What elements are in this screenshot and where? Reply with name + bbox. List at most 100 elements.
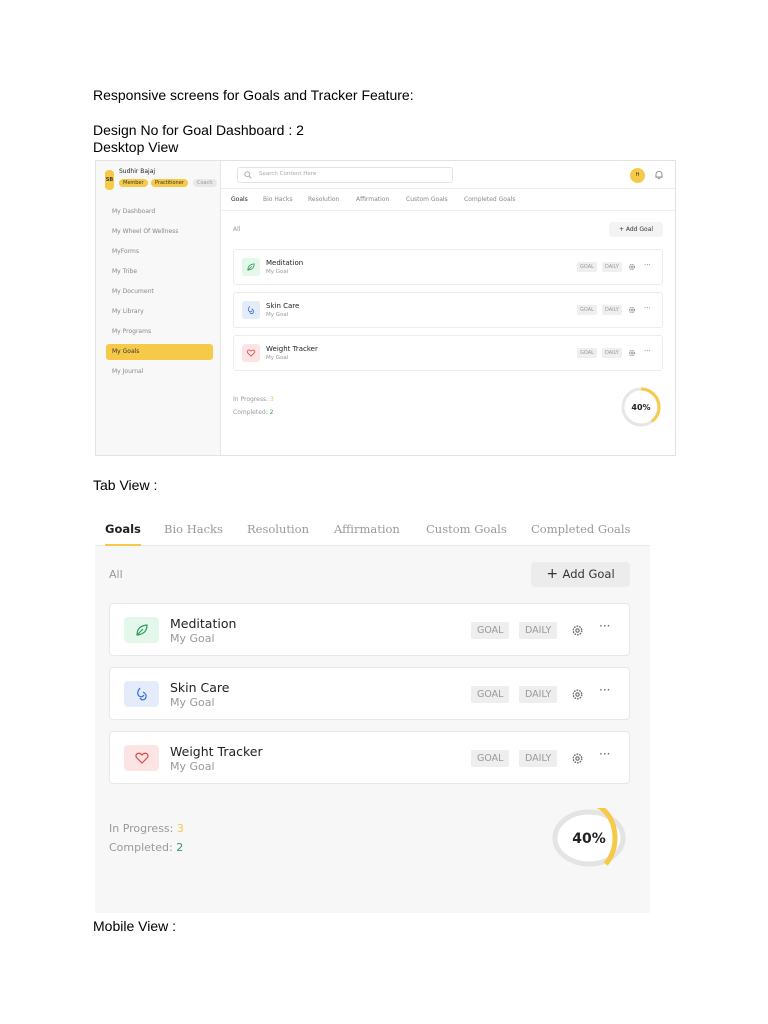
more-icon[interactable]: ···	[644, 304, 651, 312]
goal-subtitle: My Goal	[170, 696, 215, 709]
gear-icon[interactable]	[628, 306, 636, 314]
design-number-text: Design No for Goal Dashboard : 2	[93, 122, 304, 138]
in-progress-count: 3	[176, 822, 184, 835]
more-icon[interactable]: ···	[599, 619, 610, 633]
filter-label[interactable]: All	[233, 226, 240, 233]
goal-card-weight-tracker[interactable]: Weight Tracker My Goal GOAL DAILY ···	[233, 335, 663, 371]
goal-subtitle: My Goal	[170, 760, 215, 773]
goal-card-skin-care[interactable]: Skin Care My Goal GOAL DAILY ···	[233, 292, 663, 328]
sidebar-item-wheel-of-wellness[interactable]: My Wheel Of Wellness	[106, 224, 213, 240]
goal-card-meditation[interactable]: Meditation My Goal GOAL DAILY ···	[233, 249, 663, 285]
tab-bio-hacks[interactable]: Bio Hacks	[263, 190, 292, 210]
role-chip-member[interactable]: Member	[119, 179, 148, 187]
frequency-tag: DAILY	[602, 262, 622, 272]
gear-icon[interactable]	[628, 263, 636, 271]
mobile-view-label: Mobile View :	[93, 918, 177, 934]
frequency-tag: DAILY	[519, 686, 558, 703]
more-icon[interactable]: ···	[599, 683, 610, 697]
tab-affirmation[interactable]: Affirmation	[334, 512, 400, 546]
add-goal-button[interactable]: + Add Goal	[531, 562, 630, 587]
sidebar-item-tribe[interactable]: My Tribe	[106, 264, 213, 280]
tab-mockup: Goals Bio Hacks Resolution Affirmation C…	[95, 512, 650, 913]
tab-resolution[interactable]: Resolution	[308, 190, 339, 210]
goal-title: Weight Tracker	[266, 345, 318, 353]
completed-label: Completed:	[109, 841, 173, 854]
doc-heading: Responsive screens for Goals and Tracker…	[93, 87, 414, 103]
drop-icon	[124, 681, 159, 707]
goal-tag: GOAL	[577, 348, 597, 358]
more-icon[interactable]: ···	[599, 747, 610, 761]
heart-icon	[124, 745, 159, 771]
sidebar: SB Sudhir Bajaj Member Practitioner Coac…	[96, 161, 221, 455]
goal-card-meditation[interactable]: Meditation My Goal GOAL DAILY ···	[109, 603, 630, 656]
sidebar-item-library[interactable]: My Library	[106, 304, 213, 320]
goal-card-weight-tracker[interactable]: Weight Tracker My Goal GOAL DAILY ···	[109, 731, 630, 784]
user-avatar[interactable]: H	[630, 168, 645, 183]
search-placeholder: Search Content Here	[259, 171, 317, 177]
plus-icon: +	[546, 566, 563, 582]
desktop-view-label: Desktop View	[93, 139, 179, 155]
tab-divider	[221, 210, 675, 211]
role-chip-practitioner[interactable]: Practitioner	[151, 179, 188, 187]
goal-title: Weight Tracker	[170, 744, 263, 759]
goal-title: Skin Care	[266, 302, 300, 310]
frequency-tag: DAILY	[602, 348, 622, 358]
sidebar-item-journal[interactable]: My Journal	[106, 364, 213, 380]
gear-icon[interactable]	[571, 624, 584, 637]
tab-goals[interactable]: Goals	[105, 512, 141, 546]
profile-block[interactable]: SB Sudhir Bajaj Member Practitioner Coac…	[105, 168, 217, 190]
progress-ring: 40%	[552, 808, 626, 868]
leaf-icon	[242, 258, 260, 276]
tab-completed-goals[interactable]: Completed Goals	[464, 190, 515, 210]
completed-count: 2	[269, 409, 274, 416]
tab-affirmation[interactable]: Affirmation	[356, 190, 389, 210]
more-icon[interactable]: ···	[644, 347, 651, 355]
completed-stat: Completed: 2	[109, 841, 183, 854]
in-progress-label: In Progress:	[233, 396, 269, 403]
completed-stat: Completed: 2	[233, 409, 274, 416]
tab-bio-hacks[interactable]: Bio Hacks	[164, 512, 223, 546]
completed-label: Completed:	[233, 409, 268, 416]
progress-percent: 40%	[631, 403, 650, 412]
goal-tag: GOAL	[471, 686, 510, 703]
progress-ring: 40%	[621, 387, 661, 427]
gear-icon[interactable]	[628, 349, 636, 357]
tab-custom-goals[interactable]: Custom Goals	[406, 190, 448, 210]
tab-goals[interactable]: Goals	[231, 190, 248, 211]
add-goal-label: Add Goal	[625, 226, 654, 233]
goal-title: Meditation	[170, 616, 237, 631]
goal-tag: GOAL	[577, 305, 597, 315]
role-chip-coach[interactable]: Coach	[193, 179, 217, 187]
desktop-mockup: SB Sudhir Bajaj Member Practitioner Coac…	[95, 160, 676, 456]
goal-card-skin-care[interactable]: Skin Care My Goal GOAL DAILY ···	[109, 667, 630, 720]
in-progress-stat: In Progress: 3	[233, 396, 274, 403]
tab-completed-goals[interactable]: Completed Goals	[531, 512, 630, 546]
goal-tabs: Goals Bio Hacks Resolution Affirmation C…	[95, 512, 650, 546]
sidebar-item-goals[interactable]: My Goals	[106, 344, 213, 360]
goal-tag: GOAL	[471, 750, 510, 767]
sidebar-item-programs[interactable]: My Programs	[106, 324, 213, 340]
tab-resolution[interactable]: Resolution	[247, 512, 309, 546]
goal-tag: GOAL	[577, 262, 597, 272]
completed-count: 2	[176, 841, 184, 854]
goal-title: Meditation	[266, 259, 304, 267]
goal-subtitle: My Goal	[266, 355, 289, 361]
search-input[interactable]: Search Content Here	[237, 167, 453, 183]
sidebar-item-document[interactable]: My Document	[106, 284, 213, 300]
filter-label[interactable]: All	[109, 568, 123, 581]
heart-icon	[242, 344, 260, 362]
sidebar-item-dashboard[interactable]: My Dashboard	[106, 204, 213, 220]
frequency-tag: DAILY	[519, 750, 558, 767]
sidebar-item-forms[interactable]: MyForms	[106, 244, 213, 260]
search-icon	[244, 171, 252, 179]
tab-custom-goals[interactable]: Custom Goals	[426, 512, 507, 546]
goal-subtitle: My Goal	[266, 312, 289, 318]
goal-subtitle: My Goal	[266, 269, 289, 275]
in-progress-count: 3	[270, 396, 274, 403]
add-goal-button[interactable]: + Add Goal	[609, 222, 663, 237]
gear-icon[interactable]	[571, 688, 584, 701]
in-progress-label: In Progress:	[109, 822, 174, 835]
bell-icon[interactable]	[654, 170, 664, 180]
more-icon[interactable]: ···	[644, 261, 651, 269]
gear-icon[interactable]	[571, 752, 584, 765]
